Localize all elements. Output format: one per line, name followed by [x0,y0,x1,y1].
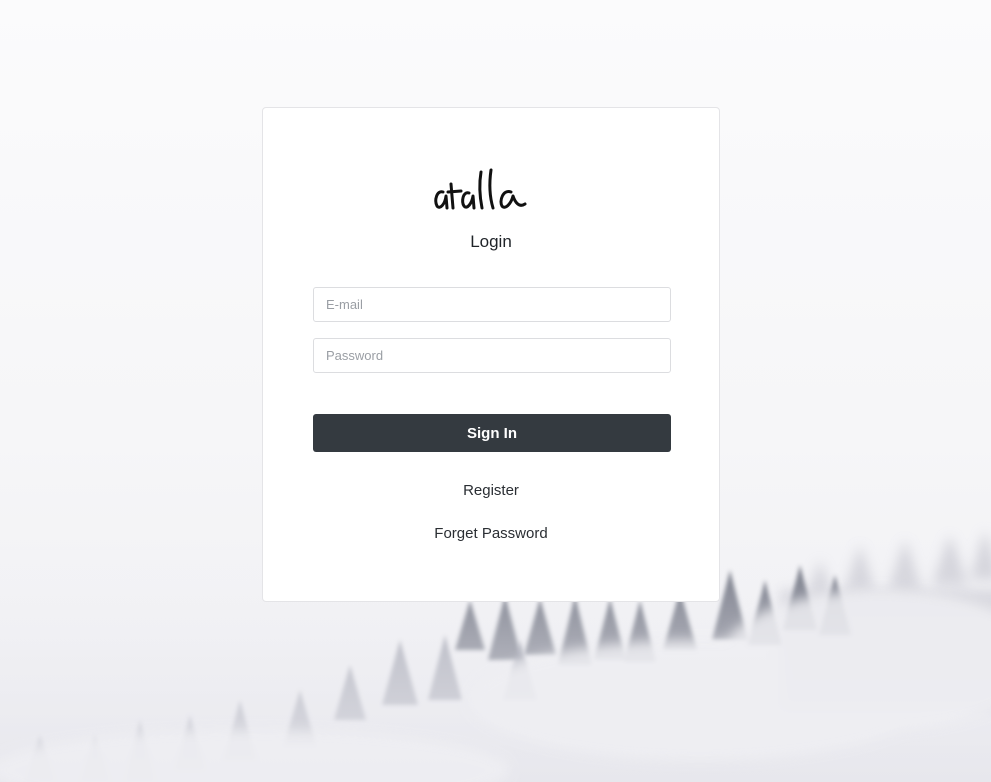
page-title: Login [470,232,512,251]
register-link[interactable]: Register [263,482,719,499]
login-card: atalla Login Sign In Register Fo [262,107,720,602]
atalla-logo: atalla [434,168,527,210]
login-page: atalla Login Sign In Register Fo [0,0,991,782]
email-input[interactable] [313,287,671,322]
forgot-password-link[interactable]: Forget Password [263,525,719,542]
sign-in-button[interactable]: Sign In [313,414,671,452]
password-input[interactable] [313,338,671,373]
